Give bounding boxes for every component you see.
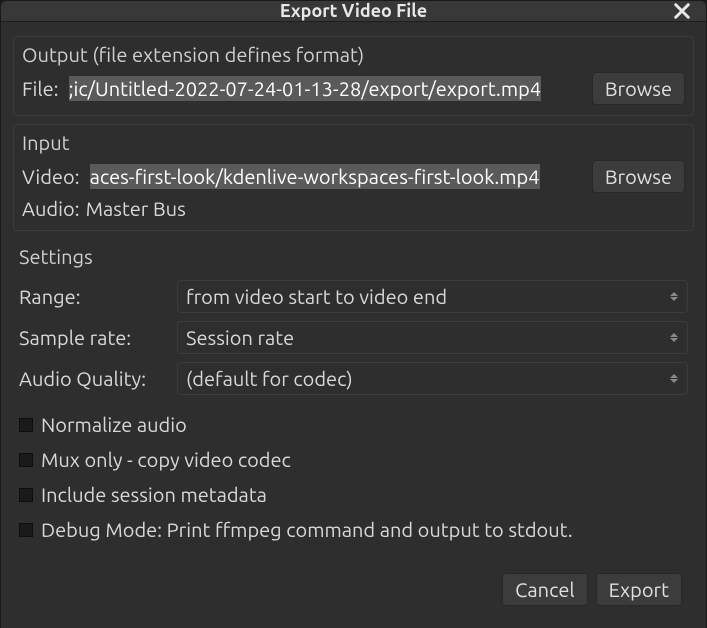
input-audio-row: Audio: Master Bus (22, 195, 685, 222)
checkbox-icon (19, 523, 33, 537)
dialog-content: Output (file extension defines format) F… (1, 22, 706, 628)
sample-rate-value: Session rate (186, 326, 294, 349)
export-button[interactable]: Export (596, 573, 682, 606)
range-value: from video start to video end (186, 285, 447, 308)
chevron-updown-icon (667, 369, 681, 389)
normalize-audio-checkbox[interactable]: Normalize audio (19, 413, 688, 436)
export-dialog: Export Video File Output (file extension… (0, 0, 707, 596)
include-metadata-checkbox[interactable]: Include session metadata (19, 483, 688, 506)
settings-grid: Range: from video start to video end Sam… (13, 276, 694, 399)
input-audio-value: Master Bus (86, 197, 186, 220)
input-video-row: Video: aces-first-look/kdenlive-workspac… (22, 158, 685, 195)
settings-checkboxes: Normalize audio Mux only - copy video co… (13, 407, 694, 547)
audio-quality-select[interactable]: (default for codec) (177, 362, 688, 395)
titlebar: Export Video File (1, 1, 706, 22)
input-group-label: Input (22, 131, 685, 154)
debug-mode-label: Debug Mode: Print ffmpeg command and out… (41, 518, 573, 541)
input-video-label: Video: (22, 165, 80, 188)
include-metadata-label: Include session metadata (41, 483, 267, 506)
input-group: Input Video: aces-first-look/kdenlive-wo… (13, 124, 694, 231)
settings-group-label: Settings (13, 245, 694, 268)
debug-mode-checkbox[interactable]: Debug Mode: Print ffmpeg command and out… (19, 518, 688, 541)
input-browse-button[interactable]: Browse (592, 160, 685, 193)
output-group: Output (file extension defines format) F… (13, 36, 694, 116)
audio-quality-label: Audio Quality: (19, 367, 169, 390)
chevron-updown-icon (667, 287, 681, 307)
dialog-footer: Cancel Export (13, 563, 694, 616)
output-group-label: Output (file extension defines format) (22, 43, 685, 66)
audio-quality-value: (default for codec) (186, 367, 353, 390)
cancel-button[interactable]: Cancel (502, 573, 588, 606)
output-file-value: ;ic/Untitled-2022-07-24-01-13-28/export/… (69, 76, 541, 101)
range-select[interactable]: from video start to video end (177, 280, 688, 313)
output-browse-button[interactable]: Browse (592, 72, 685, 105)
output-file-row: File: ;ic/Untitled-2022-07-24-01-13-28/e… (22, 70, 685, 107)
checkbox-icon (19, 418, 33, 432)
close-icon[interactable] (672, 1, 692, 21)
sample-rate-select[interactable]: Session rate (177, 321, 688, 354)
checkbox-icon (19, 453, 33, 467)
output-file-input[interactable]: ;ic/Untitled-2022-07-24-01-13-28/export/… (65, 74, 586, 103)
checkbox-icon (19, 488, 33, 502)
window-title: Export Video File (280, 1, 427, 21)
input-video-value: aces-first-look/kdenlive-workspaces-firs… (90, 164, 540, 189)
normalize-audio-label: Normalize audio (41, 413, 187, 436)
range-label: Range: (19, 285, 169, 308)
mux-only-label: Mux only - copy video codec (41, 448, 291, 471)
output-file-label: File: (22, 77, 59, 100)
mux-only-checkbox[interactable]: Mux only - copy video codec (19, 448, 688, 471)
sample-rate-label: Sample rate: (19, 326, 169, 349)
chevron-updown-icon (667, 328, 681, 348)
input-video-input[interactable]: aces-first-look/kdenlive-workspaces-firs… (86, 162, 586, 191)
input-audio-label: Audio: (22, 197, 80, 220)
